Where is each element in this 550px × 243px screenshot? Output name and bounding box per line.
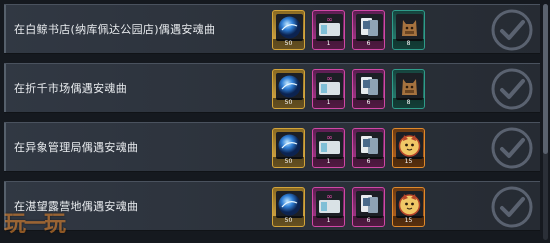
reward-item[interactable]: 15 [392,187,425,227]
reward-item[interactable]: 8 [392,69,425,109]
completed-check-icon [491,68,533,110]
reward-count: 15 [393,216,424,226]
reward-item[interactable]: 6 [352,187,385,227]
reward-item[interactable]: 50 [272,187,305,227]
quest-title: 在异象管理局偶遇安魂曲 [14,141,139,154]
reward-item[interactable]: 6 [352,69,385,109]
reward-item[interactable]: ∞ 1 [312,128,345,168]
completed-check-icon [491,9,533,51]
quest-title: 在折千市场偶遇安魂曲 [14,82,127,95]
reward-item[interactable]: 8 [392,10,425,50]
blue-orb-icon [276,132,303,159]
svg-text:∞: ∞ [326,15,333,24]
reward-item[interactable]: 6 [352,128,385,168]
card-pack-icon [356,132,383,159]
reward-count: 1 [313,157,344,167]
reward-item[interactable]: 50 [272,69,305,109]
reward-count: 50 [273,39,304,49]
reward-count: 6 [353,39,384,49]
reward-count: 8 [393,98,424,108]
reward-count: 6 [353,216,384,226]
site-watermark: 玩一玩 [4,212,66,237]
infinity-ticket-icon: ∞ [316,191,343,218]
reward-count: 50 [273,98,304,108]
reward-item[interactable]: 15 [392,128,425,168]
scrollbar[interactable] [543,4,548,240]
reward-item[interactable]: 50 [272,128,305,168]
card-pack-icon [356,191,383,218]
reward-count: 50 [273,157,304,167]
brown-cat-doll-icon [396,14,423,41]
blue-orb-icon [276,73,303,100]
infinity-ticket-icon: ∞ [316,14,343,41]
brown-cat-doll-icon [396,73,423,100]
quest-title: 在白鲸书店(纳库佩达公园店)偶遇安魂曲 [14,23,216,36]
quest-row[interactable]: 在白鲸书店(纳库佩达公园店)偶遇安魂曲 50 ∞ 1 6 8 [4,4,540,54]
cat-face-token-icon [396,132,423,159]
reward-count: 1 [313,98,344,108]
completed-check-icon [491,186,533,228]
reward-count: 6 [353,98,384,108]
completed-check-icon [491,127,533,169]
reward-item[interactable]: 50 [272,10,305,50]
reward-count: 50 [273,216,304,226]
infinity-ticket-icon: ∞ [316,73,343,100]
scrollbar-thumb[interactable] [543,4,548,154]
blue-orb-icon [276,191,303,218]
reward-count: 6 [353,157,384,167]
reward-item[interactable]: ∞ 1 [312,69,345,109]
quest-row[interactable]: 在异象管理局偶遇安魂曲 50 ∞ 1 6 15 [4,122,540,172]
card-pack-icon [356,14,383,41]
blue-orb-icon [276,14,303,41]
card-pack-icon [356,73,383,100]
reward-count: 8 [393,39,424,49]
quest-row[interactable]: 在湛望露营地偶遇安魂曲 50 ∞ 1 6 15 [4,181,540,231]
quest-row[interactable]: 在折千市场偶遇安魂曲 50 ∞ 1 6 8 [4,63,540,113]
reward-count: 1 [313,39,344,49]
svg-text:∞: ∞ [326,74,333,83]
reward-count: 1 [313,216,344,226]
infinity-ticket-icon: ∞ [316,132,343,159]
svg-text:∞: ∞ [326,192,333,201]
svg-text:∞: ∞ [326,133,333,142]
reward-item[interactable]: ∞ 1 [312,187,345,227]
reward-item[interactable]: ∞ 1 [312,10,345,50]
quest-list: 在白鲸书店(纳库佩达公园店)偶遇安魂曲 50 ∞ 1 6 8 在折千市场偶遇安魂… [0,0,550,243]
reward-item[interactable]: 6 [352,10,385,50]
cat-face-token-icon [396,191,423,218]
reward-count: 15 [393,157,424,167]
